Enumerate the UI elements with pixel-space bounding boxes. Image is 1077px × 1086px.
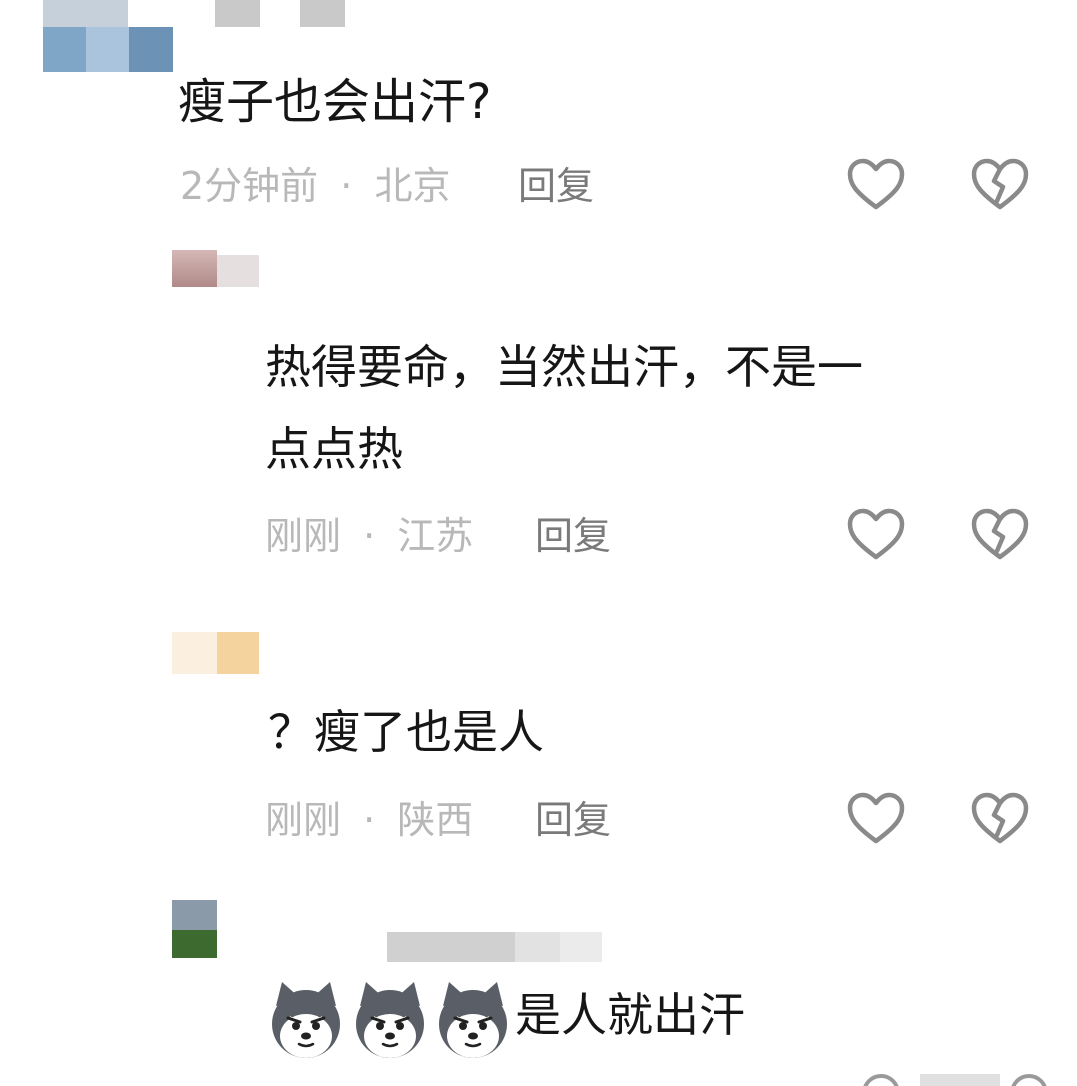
meta-separator: ·	[363, 798, 376, 842]
meta-separator: ·	[340, 164, 353, 208]
username-blurred[interactable]	[387, 932, 515, 962]
comment-location: 江苏	[397, 514, 474, 558]
comment-meta: 刚刚 · 江苏	[265, 517, 473, 555]
reply-button[interactable]: 回复	[535, 801, 611, 839]
husky-emoji	[266, 980, 346, 1060]
avatar-blurred[interactable]	[172, 900, 217, 930]
heart-outline-icon[interactable]	[846, 157, 906, 213]
comment-location: 陕西	[397, 798, 474, 842]
broken-heart-icon[interactable]	[970, 791, 1030, 847]
comment-meta: 2分钟前 · 北京	[180, 167, 450, 205]
avatar-blurred-top	[43, 0, 128, 27]
comment-text: ？瘦了也是人	[268, 705, 544, 759]
comment-time: 2分钟前	[180, 164, 319, 208]
meta-separator: ·	[363, 514, 376, 558]
broken-heart-icon[interactable]	[970, 157, 1030, 213]
username-blurred[interactable]	[217, 632, 259, 674]
comment-location: 北京	[374, 164, 451, 208]
avatar-blurred[interactable]	[172, 250, 217, 287]
avatar-blurred[interactable]	[172, 632, 217, 674]
comment-time: 刚刚	[265, 798, 342, 842]
heart-outline-icon[interactable]	[846, 791, 906, 847]
username-blurred	[515, 932, 560, 962]
broken-heart-icon[interactable]	[970, 507, 1030, 563]
username-blurred[interactable]	[217, 255, 259, 287]
husky-emoji	[350, 980, 430, 1060]
comment-text: 瘦子也会出汗?	[178, 74, 492, 130]
cut-off-next-row	[850, 1072, 1077, 1086]
comment-text: 是人就出汗	[515, 988, 745, 1042]
reply-button[interactable]: 回复	[535, 517, 611, 555]
husky-emoji	[433, 980, 513, 1060]
reply-button[interactable]: 回复	[518, 167, 594, 205]
username-blurred[interactable]	[215, 0, 260, 27]
heart-outline-icon[interactable]	[846, 507, 906, 563]
comment-text-line: 热得要命，当然出汗，不是一	[265, 340, 863, 394]
comment-text-line: 点点热	[265, 422, 403, 476]
avatar-blurred[interactable]	[43, 27, 173, 72]
comment-meta: 刚刚 · 陕西	[265, 801, 473, 839]
username-blurred	[300, 0, 345, 27]
username-blurred	[560, 932, 602, 962]
comment-time: 刚刚	[265, 514, 342, 558]
avatar-blurred-bottom	[172, 930, 217, 958]
